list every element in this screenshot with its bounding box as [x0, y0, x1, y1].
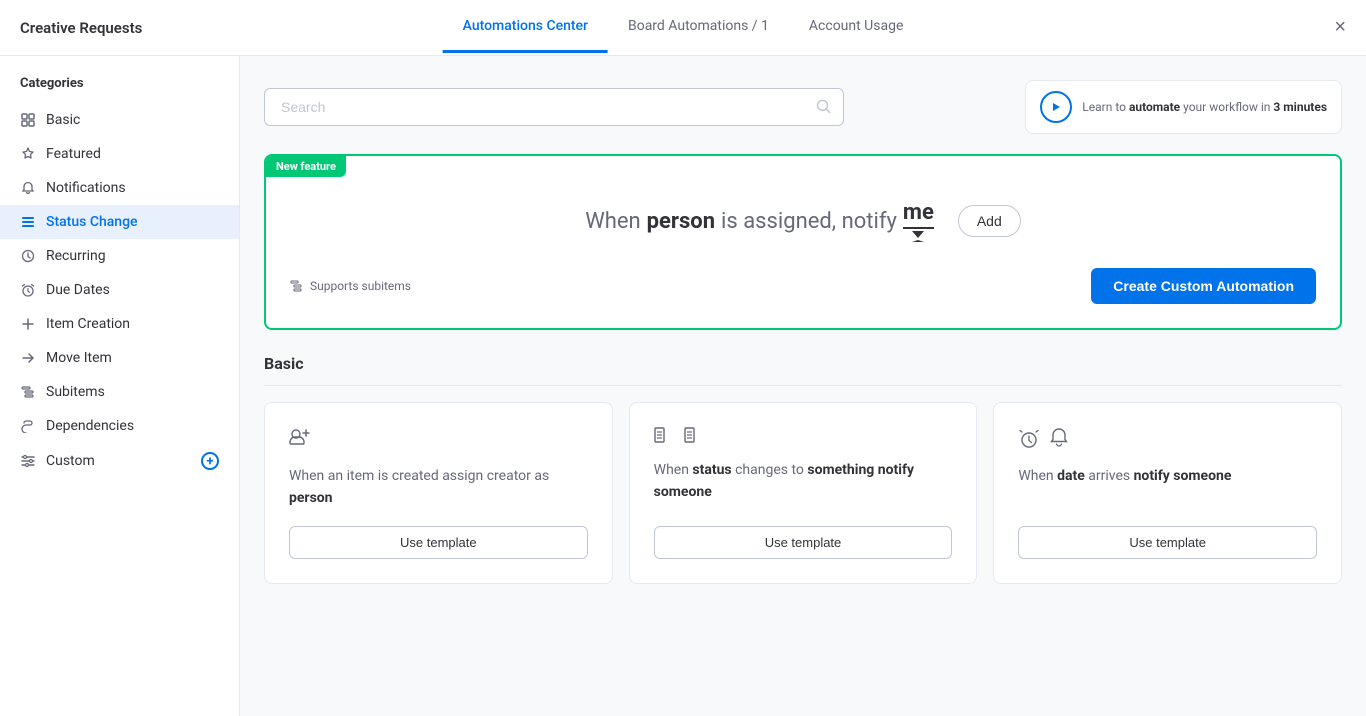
sidebar-item-subitems-label: Subitems [46, 384, 219, 400]
plus-icon [20, 316, 36, 332]
sidebar-item-notifications[interactable]: Notifications [0, 171, 239, 205]
bell-icon [20, 180, 36, 196]
sidebar-item-dependencies[interactable]: Dependencies [0, 409, 239, 443]
cards-grid: When an item is created assign creator a… [264, 402, 1342, 584]
header-tabs: Automations Center Board Automations / 1… [443, 2, 924, 53]
card-date-notify: When date arrives notify someone Use tem… [993, 402, 1342, 584]
grid-icon [20, 112, 36, 128]
use-template-button-1[interactable]: Use template [289, 526, 588, 559]
card-1-text: When an item is created assign creator a… [289, 465, 588, 510]
learn-text: Learn to automate your workflow in 3 min… [1082, 98, 1327, 116]
tab-account-usage[interactable]: Account Usage [789, 2, 923, 53]
sidebar-item-move-item[interactable]: Move Item [0, 341, 239, 375]
search-icon [816, 99, 832, 115]
search-input[interactable] [264, 88, 844, 126]
play-button[interactable] [1040, 91, 1072, 123]
sidebar-item-recurring-label: Recurring [46, 248, 219, 264]
supports-subitems: Supports subitems [290, 279, 411, 293]
sidebar-item-subitems[interactable]: Subitems [0, 375, 239, 409]
list-icon [20, 214, 36, 230]
sidebar-item-notifications-label: Notifications [46, 180, 219, 196]
sidebar-item-featured-label: Featured [46, 146, 219, 162]
search-box [264, 88, 844, 126]
hook-icon [20, 418, 36, 434]
search-row: Learn to automate your workflow in 3 min… [264, 80, 1342, 134]
sidebar-item-recurring[interactable]: Recurring [0, 239, 239, 273]
add-button[interactable]: Add [958, 205, 1021, 237]
use-template-button-3[interactable]: Use template [1018, 526, 1317, 559]
sidebar-item-dependencies-label: Dependencies [46, 418, 219, 434]
sliders-icon [20, 453, 36, 469]
card-2-icons [654, 427, 953, 443]
card-3-icons [1018, 427, 1317, 449]
sidebar-item-custom[interactable]: Custom + [0, 443, 239, 479]
arrow-right-icon [20, 350, 36, 366]
me-underline[interactable]: me [903, 200, 934, 229]
card-3-text: When date arrives notify someone [1018, 465, 1317, 510]
sidebar-item-move-item-label: Move Item [46, 350, 219, 366]
app-title: Creative Requests [20, 19, 142, 37]
custom-automation-panel: New feature When person is assigned, not… [264, 154, 1342, 330]
tab-board-automations[interactable]: Board Automations / 1 [608, 2, 789, 53]
new-feature-badge: New feature [266, 156, 346, 177]
sidebar-item-basic-label: Basic [46, 112, 219, 128]
card-create-assign: When an item is created assign creator a… [264, 402, 613, 584]
panel-footer: Supports subitems Create Custom Automati… [290, 268, 1316, 304]
clock-icon [20, 248, 36, 264]
sidebar-item-status-change[interactable]: Status Change [0, 205, 239, 239]
sidebar-item-item-creation-label: Item Creation [46, 316, 219, 332]
star-icon [20, 146, 36, 162]
learn-box: Learn to automate your workflow in 3 min… [1025, 80, 1342, 134]
sidebar-item-custom-label: Custom [46, 453, 191, 469]
add-custom-button[interactable]: + [201, 452, 219, 470]
basic-section-title: Basic [264, 354, 1342, 386]
subitems-icon [20, 384, 36, 400]
supports-subitems-label: Supports subitems [310, 279, 411, 293]
sidebar-item-due-dates-label: Due Dates [46, 282, 219, 298]
tab-automations-center[interactable]: Automations Center [443, 2, 608, 53]
header: Creative Requests Automations Center Boa… [0, 0, 1366, 56]
alarm-icon [20, 282, 36, 298]
sidebar: Categories Basic Featured Notifications [0, 56, 240, 716]
sidebar-heading: Categories [0, 76, 239, 103]
sidebar-item-item-creation[interactable]: Item Creation [0, 307, 239, 341]
create-custom-automation-button[interactable]: Create Custom Automation [1091, 268, 1316, 304]
close-button[interactable]: × [1334, 16, 1346, 39]
sidebar-item-featured[interactable]: Featured [0, 137, 239, 171]
dropdown-arrow [912, 231, 924, 242]
use-template-button-2[interactable]: Use template [654, 526, 953, 559]
content-area: Learn to automate your workflow in 3 min… [240, 56, 1366, 716]
automation-sentence-area: When person is assigned, notify me Add [290, 180, 1316, 252]
sidebar-item-status-change-label: Status Change [46, 214, 219, 230]
sidebar-item-due-dates[interactable]: Due Dates [0, 273, 239, 307]
card-status-change: When status changes to something notify … [629, 402, 978, 584]
card-1-icons [289, 427, 588, 449]
card-2-text: When status changes to something notify … [654, 459, 953, 510]
sidebar-item-basic[interactable]: Basic [0, 103, 239, 137]
automation-sentence: When person is assigned, notify me [585, 200, 934, 242]
main-layout: Categories Basic Featured Notifications [0, 56, 1366, 716]
